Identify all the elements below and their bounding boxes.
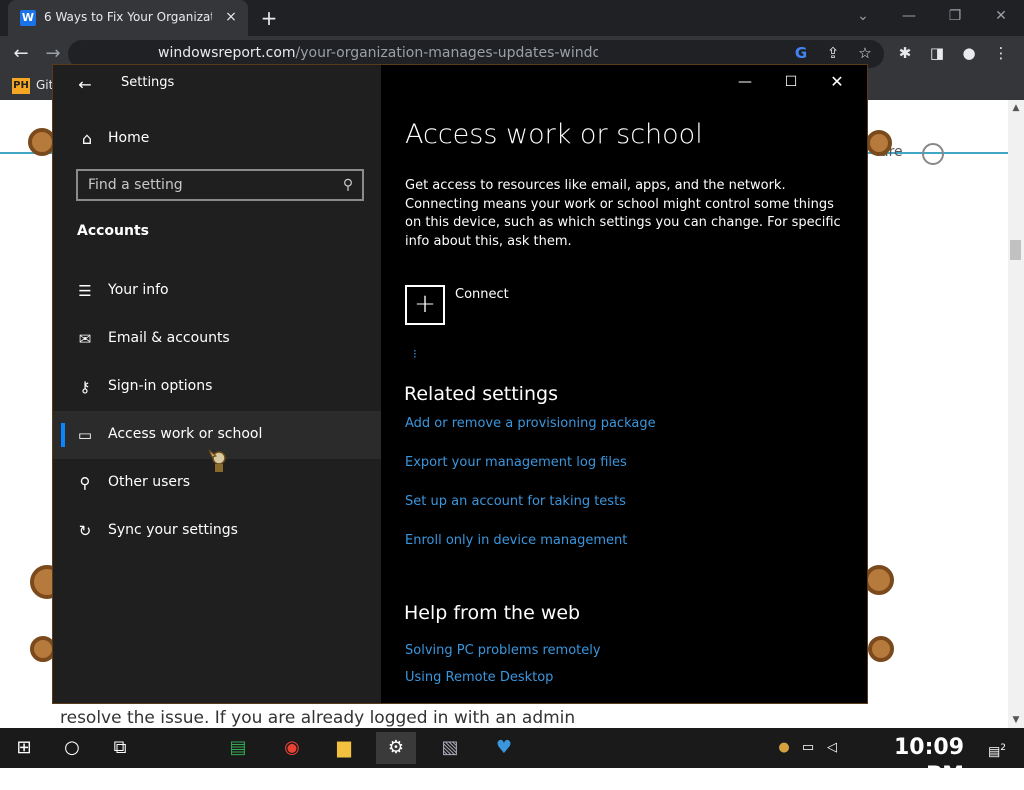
settings-window: ← Settings ⌂ Home ⚲ Accounts ☰ Your info ✉… [52,64,868,704]
briefcase-icon: ▭ [77,426,93,444]
scrollbar-thumb[interactable] [1010,240,1021,260]
browser-minimize-button[interactable]: — [894,4,924,28]
related-setting-link[interactable]: Add or remove a provisioning package [405,416,845,436]
task-view-icon[interactable]: ⧉ [100,732,140,764]
url-path: /your-organization-manages-updates-windo… [295,45,598,61]
page-search-icon[interactable] [922,143,944,165]
related-settings-heading: Related settings [404,383,558,405]
sidebar-item-label: Your info [108,282,169,298]
related-setting-link[interactable]: Set up an account for taking tests [405,494,845,514]
sidebar-item-label: Sign-in options [108,378,213,394]
search-input[interactable] [88,176,328,194]
settings-main-pane: Access work or school Get access to reso… [381,65,867,703]
sidebar-item-sync-your-settings[interactable]: ↻ Sync your settings [53,507,381,555]
sidebar-item-label: Access work or school [108,426,263,442]
sheets-icon[interactable]: ▤ [218,732,258,764]
loading-spinner-icon: ⁝ [413,347,417,361]
sidebar-item-label: Sync your settings [108,522,238,538]
back-arrow-icon[interactable]: ← [73,73,97,97]
volume-muted-icon[interactable]: ◁ [822,738,842,758]
tray-app-icon[interactable]: ● [774,738,794,758]
section-title: Accounts [77,223,150,239]
chrome-icon[interactable]: ◉ [272,732,312,764]
key-icon: ⚷ [79,378,91,396]
bookmark-favicon-icon: PH [12,78,30,94]
browser-restore-button[interactable]: ❐ [940,4,970,28]
maximize-button[interactable]: ☐ [775,69,807,95]
sidebar-item-sign-in-options[interactable]: ⚷ Sign-in options [53,363,381,411]
mouse-cursor-icon [208,449,226,472]
connect-button-label[interactable]: Connect [455,287,575,307]
page-scrollbar[interactable] [1008,100,1024,728]
browser-close-button[interactable]: ✕ [986,4,1016,28]
help-link[interactable]: Solving PC problems remotely [405,643,845,663]
scroll-down-icon[interactable]: ▼ [1008,712,1024,728]
sidebar-item-label: Other users [108,474,191,490]
settings-sidebar: ← Settings ⌂ Home ⚲ Accounts ☰ Your info ✉… [53,65,381,703]
minimize-button[interactable]: — [729,69,761,95]
browser-tab[interactable]: W 6 Ways to Fix Your Organizatio × [8,0,248,36]
window-title: Settings [121,75,175,90]
tab-close-icon[interactable]: × [222,8,240,26]
related-setting-link[interactable]: Export your management log files [405,455,845,475]
related-setting-link[interactable]: Enroll only in device management [405,533,845,553]
url-host: windowsreport.com [158,45,296,61]
notifications-icon[interactable]: ▤2 [982,738,1012,759]
decorative-gear-icon [868,636,894,662]
settings-search-box[interactable]: ⚲ [76,169,364,201]
scroll-up-icon[interactable]: ▲ [1008,100,1024,116]
back-arrow-icon[interactable]: ← [8,41,34,67]
profile-icon[interactable]: ● [958,42,980,64]
help-link[interactable]: Using Remote Desktop [405,670,845,690]
mail-icon: ✉ [78,330,92,348]
extensions-icon[interactable]: ✱ [894,42,916,64]
close-button[interactable]: ✕ [821,69,853,95]
decorative-gear-icon [866,130,892,156]
sidebar-item-label: Email & accounts [108,330,230,346]
page-title: Access work or school [405,119,703,150]
tab-search-icon[interactable]: ⌄ [848,4,878,28]
google-lens-icon[interactable]: G [790,42,812,64]
url-text[interactable]: windowsreport.com/your-organization-mana… [158,45,598,63]
home-link[interactable]: Home [108,130,228,150]
connect-plus-icon[interactable]: + [405,285,445,325]
sync-icon: ↻ [78,522,92,540]
health-icon[interactable]: ♥ [484,732,524,764]
decorative-gear-icon [864,565,894,595]
side-panel-icon[interactable]: ◨ [926,42,948,64]
search-icon[interactable]: ⚲ [338,175,358,195]
tab-favicon-icon: W [20,10,36,26]
settings-icon[interactable]: ⚙ [376,732,416,764]
article-text: resolve the issue. If you are already lo… [60,708,576,728]
file-explorer-icon[interactable]: ▆ [324,732,364,764]
home-icon[interactable]: ⌂ [77,129,97,149]
more-menu-icon[interactable]: ⋮ [990,42,1012,64]
sidebar-item-email-accounts[interactable]: ✉ Email & accounts [53,315,381,363]
start-icon[interactable]: ⊞ [4,732,44,764]
person-add-icon: ⚲ [79,474,91,492]
page-description: Get access to resources like email, apps… [405,178,841,249]
sidebar-item-your-info[interactable]: ☰ Your info [53,267,381,315]
share-icon[interactable]: ⇪ [822,42,844,64]
notification-count: 2 [1000,743,1007,753]
tab-title: 6 Ways to Fix Your Organizatio [44,10,212,24]
cortana-icon[interactable]: ○ [52,732,92,764]
bookmark-star-icon[interactable]: ☆ [854,42,876,64]
clock[interactable]: 10:09 PM [854,734,964,788]
selection-indicator [61,423,65,447]
person-list-icon: ☰ [78,282,92,300]
help-heading: Help from the web [404,602,581,624]
new-tab-button[interactable]: + [256,5,282,31]
network-icon[interactable]: ▭ [798,738,818,758]
photos-icon[interactable]: ▧ [430,732,470,764]
